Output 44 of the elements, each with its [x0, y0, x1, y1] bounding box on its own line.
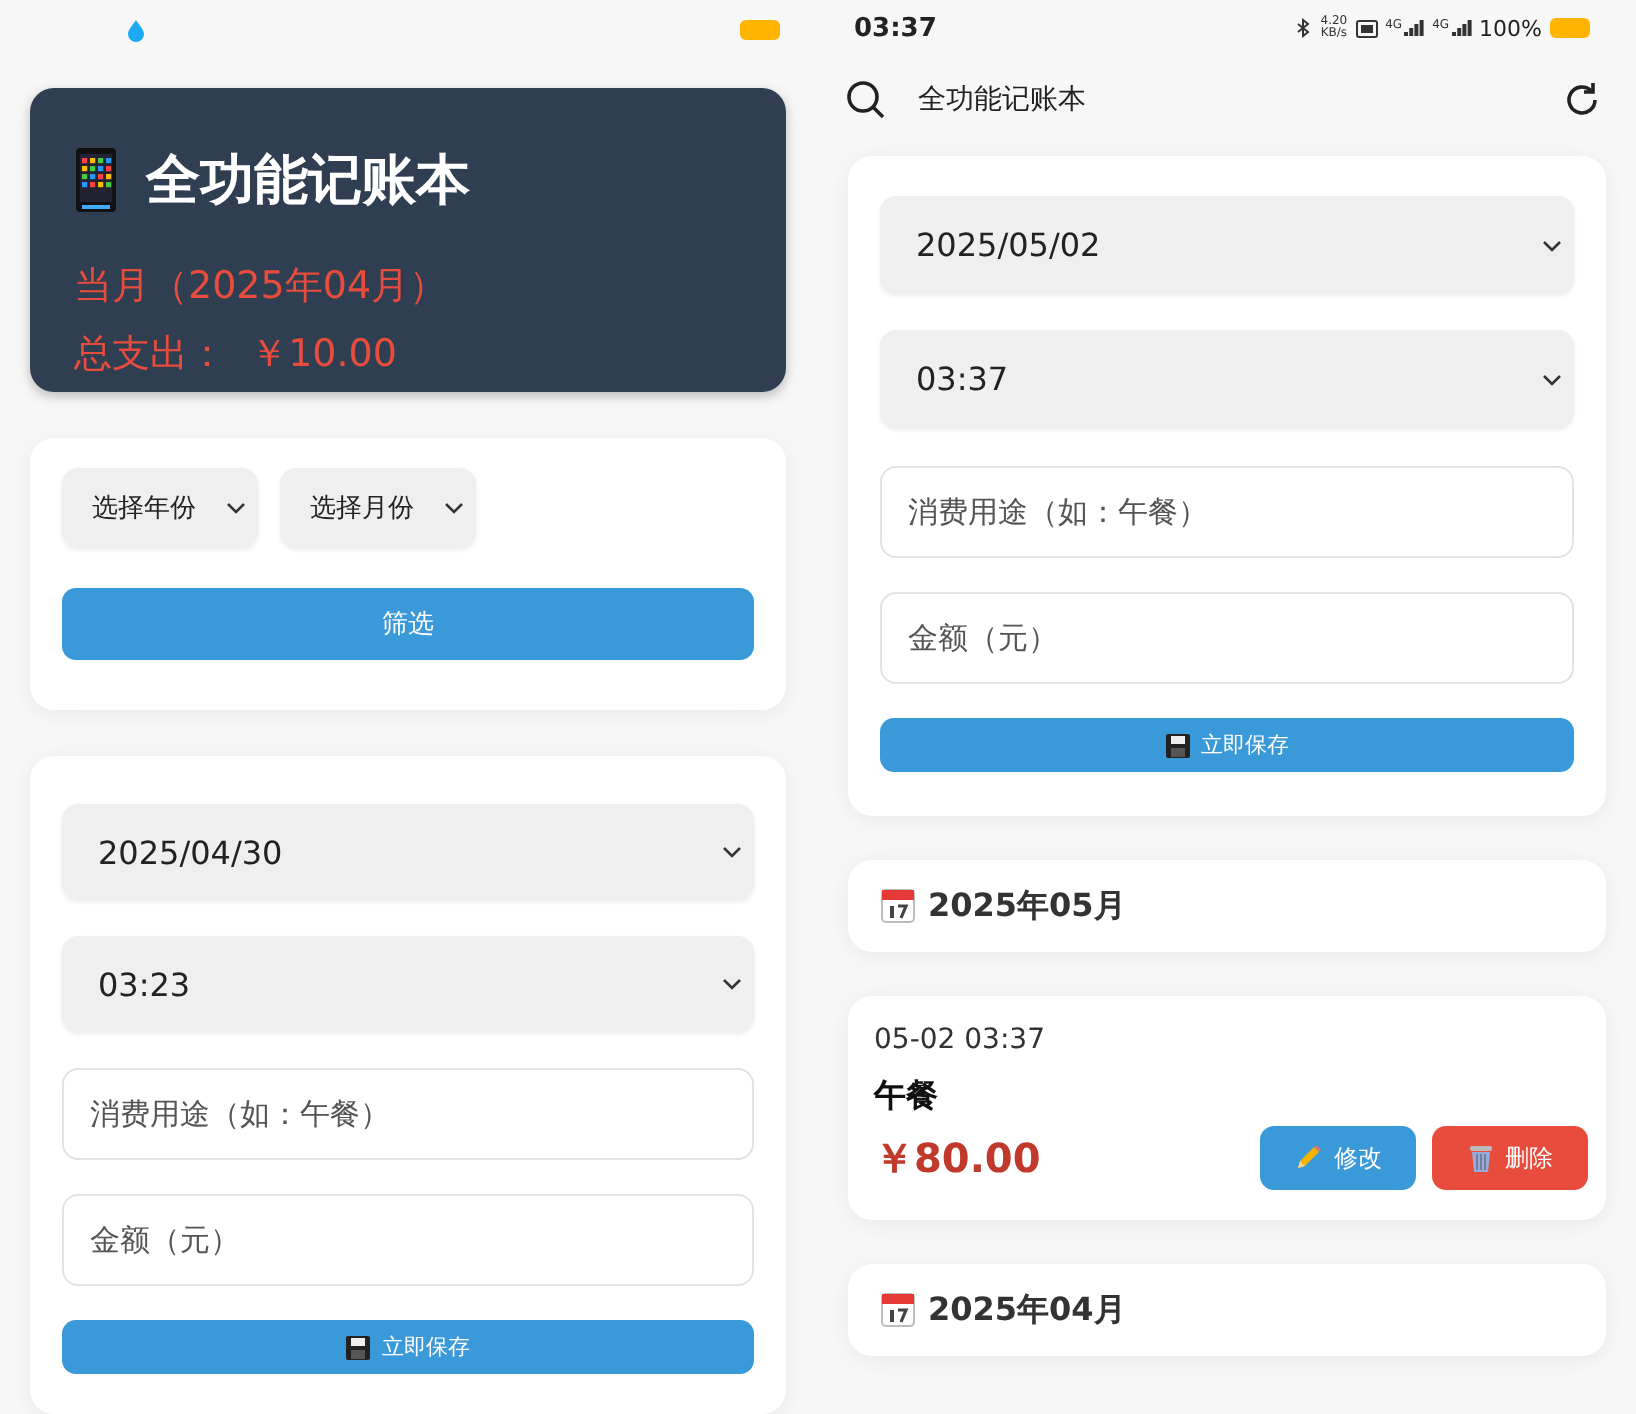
- record-datetime: 05-02 03:37: [874, 1024, 1047, 1056]
- time-select[interactable]: 03:23: [62, 936, 754, 1032]
- battery-icon: [1550, 18, 1590, 38]
- chevron-down-icon: [444, 502, 464, 514]
- chevron-down-icon: [1542, 373, 1562, 385]
- app-title: 全功能记账本: [918, 82, 1088, 118]
- refresh-button[interactable]: [1562, 80, 1602, 120]
- refresh-icon: [1562, 80, 1602, 120]
- total-expense: 总支出： ￥10.00: [74, 330, 399, 380]
- chevron-down-icon: [1542, 239, 1562, 251]
- amount-field[interactable]: 金额（元）: [62, 1194, 754, 1286]
- month-label: 当月（2025年04月）: [74, 262, 450, 312]
- sim-card-icon: [1355, 19, 1378, 37]
- month-title: 2025年05月: [928, 885, 1126, 927]
- bluetooth-icon: [1296, 18, 1313, 38]
- delete-button[interactable]: 删除: [1432, 1126, 1588, 1190]
- time-select[interactable]: 03:37: [880, 330, 1574, 428]
- phone-icon: [74, 148, 118, 212]
- date-select[interactable]: 2025/05/02: [880, 196, 1574, 294]
- search-button[interactable]: [846, 80, 886, 120]
- chevron-down-icon: [226, 502, 246, 514]
- trash-can-icon: [1467, 1144, 1493, 1172]
- pencil-icon: [1294, 1144, 1322, 1172]
- calendar-icon: [880, 888, 916, 924]
- month-select[interactable]: 选择月份: [280, 468, 476, 548]
- record-amount: ￥80.00: [874, 1131, 1041, 1185]
- battery-level: 100%: [1479, 15, 1542, 41]
- month-title: 2025年04月: [928, 1289, 1126, 1331]
- drop-icon: [128, 19, 144, 41]
- purpose-field[interactable]: 消费用途（如：午餐）: [62, 1068, 754, 1160]
- calendar-icon: [880, 1292, 916, 1328]
- battery-icon: [740, 20, 780, 40]
- year-select[interactable]: 选择年份: [62, 468, 258, 548]
- app-title: 全功能记账本: [146, 148, 470, 216]
- status-time: 03:37: [854, 13, 937, 43]
- chevron-down-icon: [722, 846, 742, 858]
- chevron-down-icon: [722, 978, 742, 990]
- purpose-field[interactable]: 消费用途（如：午餐）: [880, 466, 1574, 558]
- date-select[interactable]: 2025/04/30: [62, 804, 754, 900]
- search-icon: [846, 80, 886, 120]
- signal-icon: [1404, 20, 1425, 36]
- signal-icon: [1451, 20, 1472, 36]
- amount-field[interactable]: 金额（元）: [880, 592, 1574, 684]
- record-purpose: 午餐: [874, 1076, 940, 1118]
